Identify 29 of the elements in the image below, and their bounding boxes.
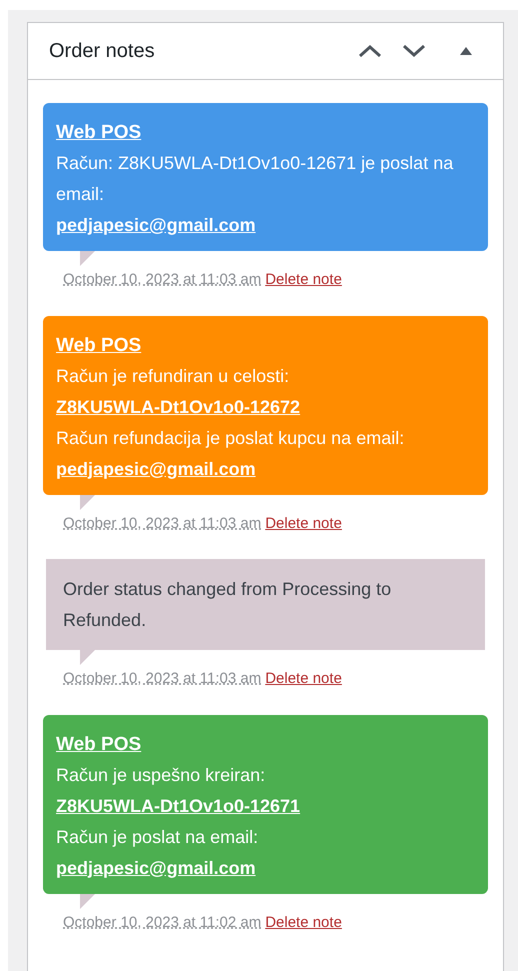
note-text: Račun je poslat na email:	[56, 826, 260, 849]
note-text: Order status changed from Processing to Refunded.	[63, 578, 392, 632]
author-link[interactable]: Web POS	[56, 330, 142, 360]
note-date: October 10, 2023 at 11:03 am	[63, 270, 262, 290]
delete-note-link[interactable]: Delete note	[265, 668, 342, 690]
note-date: October 10, 2023 at 11:03 am	[63, 514, 262, 534]
note-text: Račun je refundiran u celosti:	[56, 364, 290, 388]
note-text: Račun je uspešno kreiran:	[56, 764, 266, 787]
author-link[interactable]: Web POS	[56, 728, 142, 760]
note-link[interactable]: pedjapesic@gmail.com	[56, 852, 256, 884]
note-date: October 10, 2023 at 11:02 am	[63, 912, 262, 932]
chevron-down-icon	[403, 45, 425, 57]
note-link[interactable]: Z8KU5WLA-Dt1Ov1o0-12671	[56, 790, 300, 822]
note-link[interactable]: pedjapesic@gmail.com	[56, 210, 256, 241]
chevron-up-icon	[359, 45, 381, 57]
note-link[interactable]: pedjapesic@gmail.com	[56, 454, 256, 484]
note-link[interactable]: Z8KU5WLA-Dt1Ov1o0-12672	[56, 392, 300, 422]
panel-title: Order notes	[49, 39, 155, 64]
note-date: October 10, 2023 at 11:03 am	[63, 669, 262, 689]
delete-note-link[interactable]: Delete note	[265, 269, 342, 292]
triangle-up-icon	[460, 47, 472, 55]
note-tail	[80, 894, 95, 908]
delete-note-link[interactable]: Delete note	[265, 912, 342, 934]
note-tail	[80, 494, 95, 510]
author-link[interactable]: Web POS	[56, 117, 142, 148]
note-text: Račun refundacija je poslat kupcu na email:	[56, 426, 406, 450]
note-tail	[80, 251, 95, 266]
delete-note-link[interactable]: Delete note	[265, 512, 342, 535]
note-text: Račun: Z8KU5WLA-Dt1Ov1o0-12671 je poslat na email:	[56, 152, 454, 206]
